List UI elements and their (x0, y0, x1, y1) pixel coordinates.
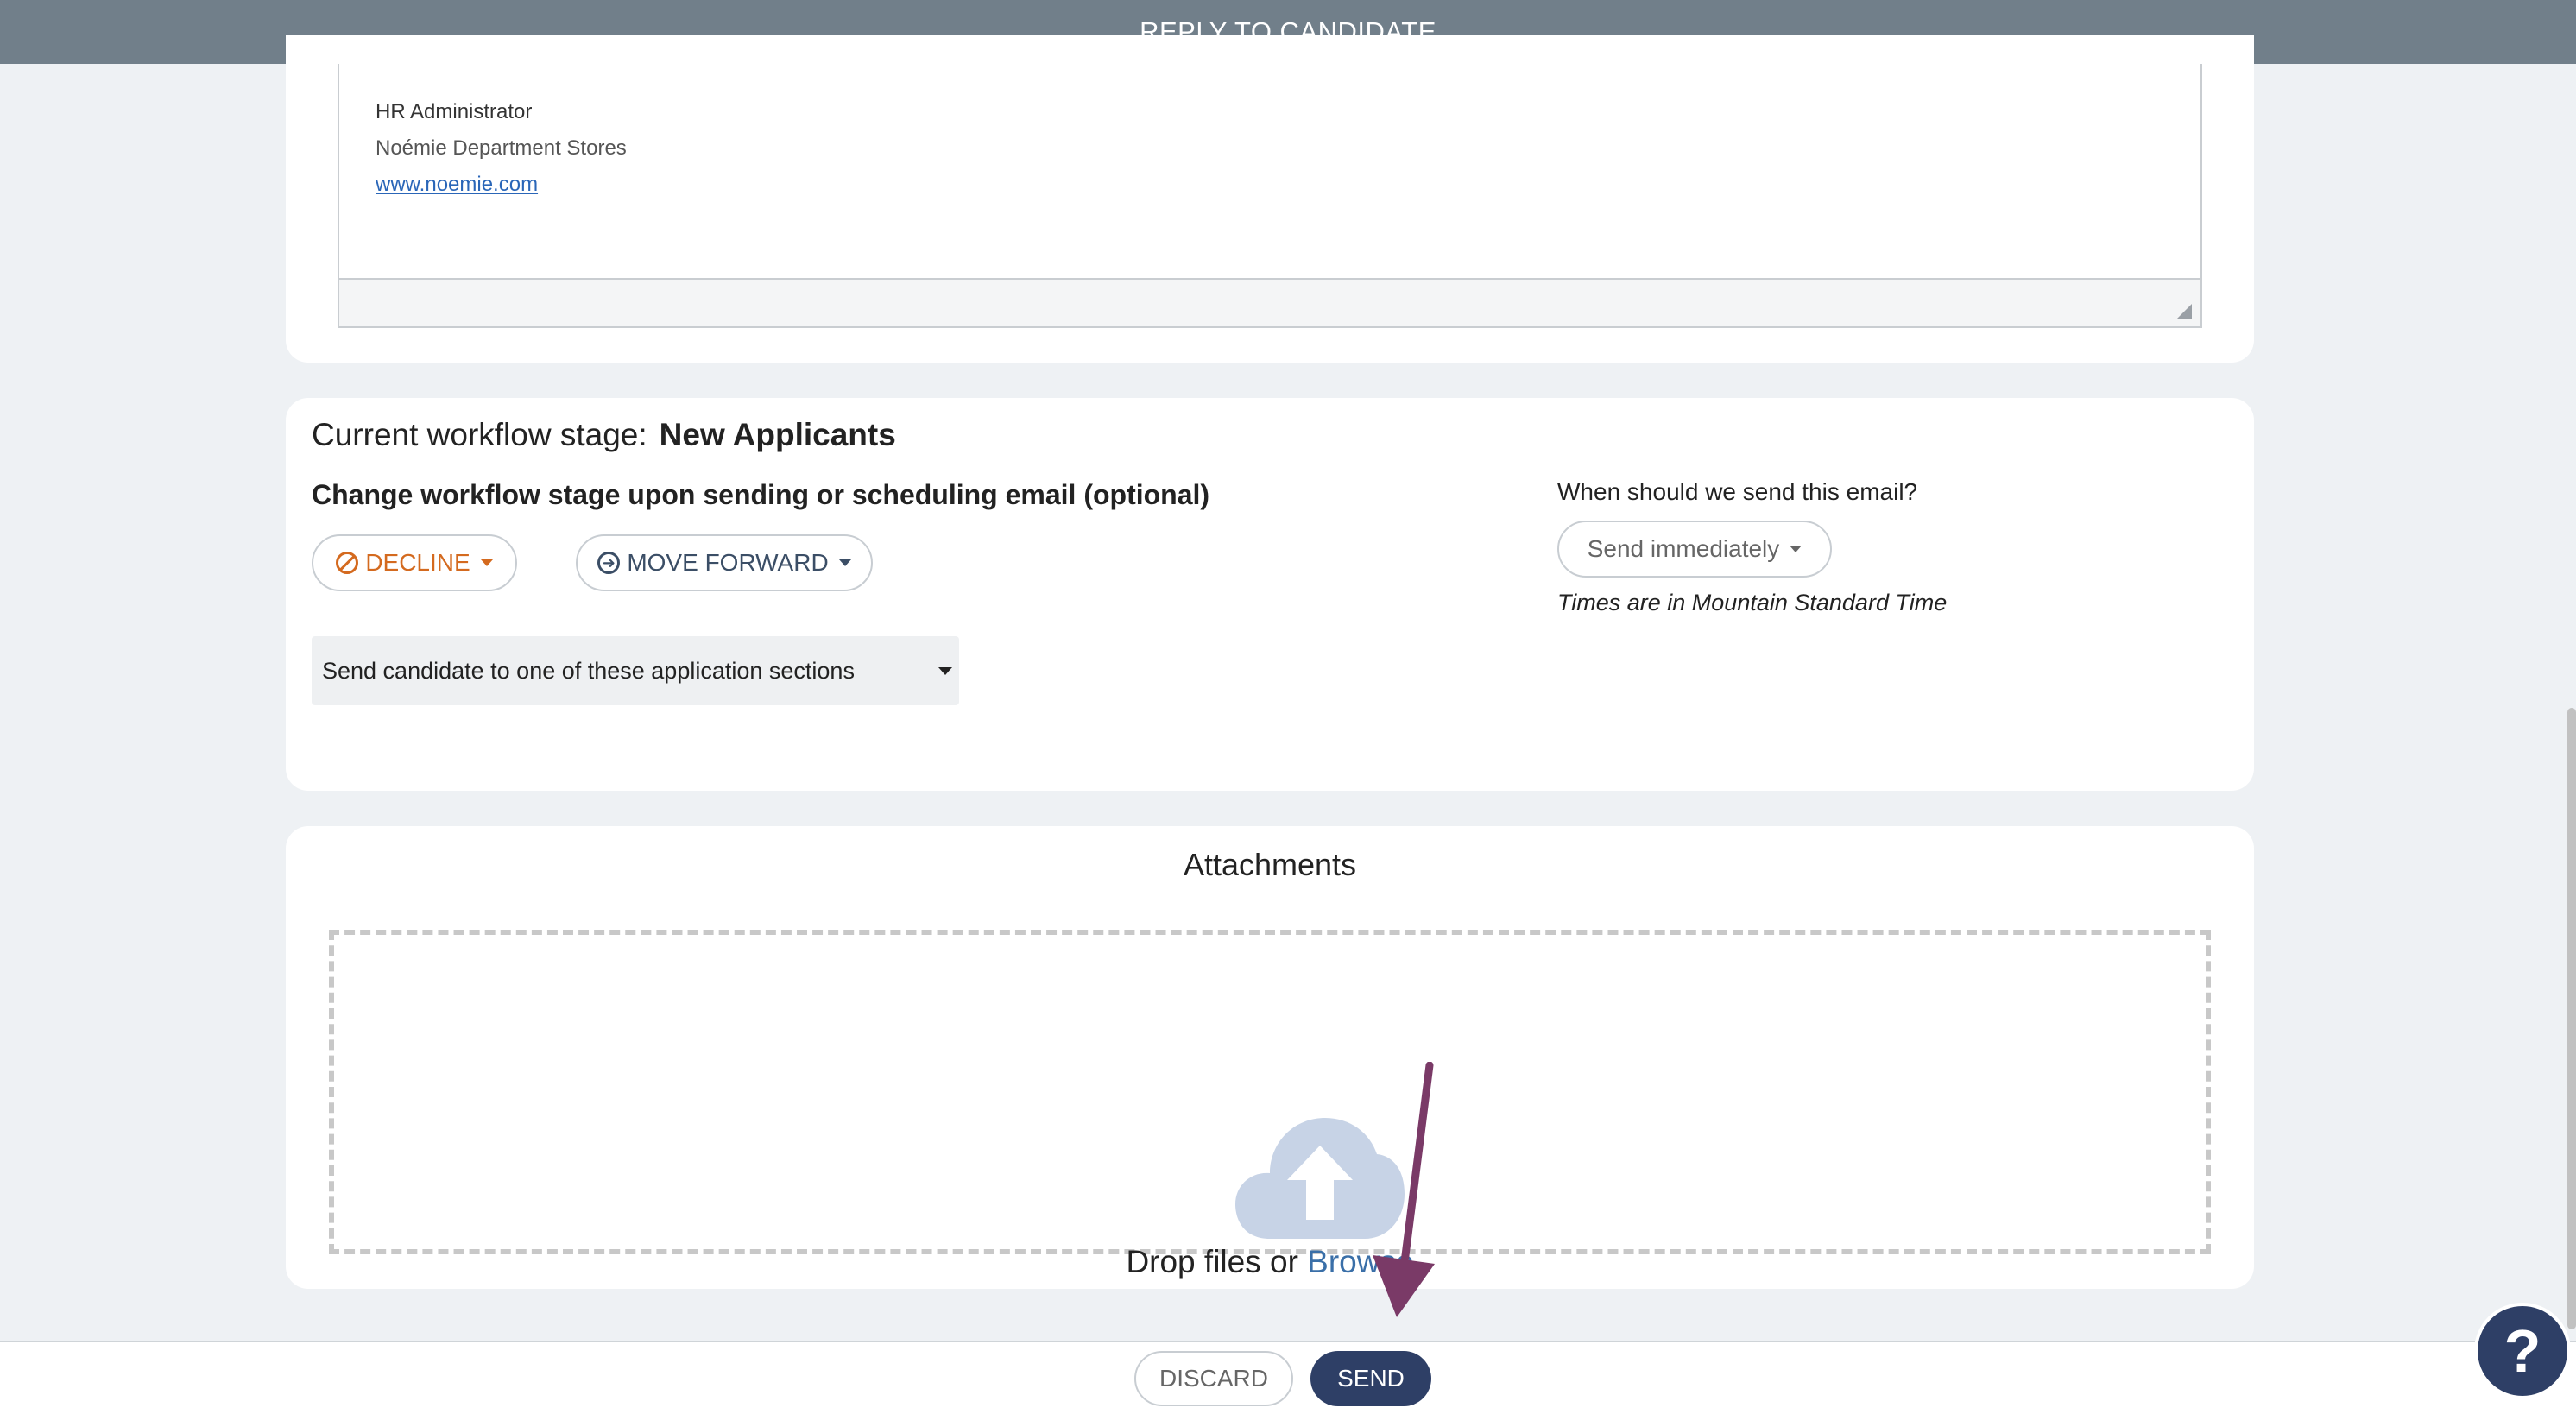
signature-website-link[interactable]: www.noemie.com (376, 173, 538, 197)
attachments-card: Attachments Drop files or Browse (286, 826, 2254, 1289)
send-time-value: Send immediately (1587, 535, 1780, 562)
timezone-note: Times are in Mountain Standard Time (1557, 590, 1948, 615)
ban-icon (336, 552, 359, 574)
decline-button[interactable]: DECLINE (312, 534, 517, 591)
file-dropzone[interactable]: Drop files or Browse (329, 930, 2211, 1279)
workflow-card: Current workflow stage: New Applicants Ch… (286, 398, 2254, 791)
editor-status-bar (339, 278, 2200, 326)
caret-down-icon (838, 559, 851, 566)
current-stage-value: New Applicants (659, 417, 896, 452)
signature-role: HR Administrator (376, 100, 533, 123)
arrow-right-circle-icon: ➜ (597, 552, 621, 574)
move-forward-label: MOVE FORWARD (627, 549, 829, 576)
send-time-dropdown[interactable]: Send immediately (1557, 521, 1832, 578)
drop-files-label: Drop files or (1126, 1244, 1308, 1279)
send-time-label: When should we send this email? (1557, 478, 1918, 505)
application-section-value: Send candidate to one of these applicati… (322, 657, 855, 684)
dropdown-arrow-icon (938, 667, 952, 675)
question-mark-icon: ? (2503, 1317, 2541, 1385)
current-workflow-stage: Current workflow stage: New Applicants (312, 417, 896, 453)
scrollbar[interactable] (2567, 708, 2576, 1329)
caret-down-icon (1790, 546, 1803, 552)
email-body-card: HR Administrator Noémie Department Store… (286, 35, 2254, 363)
discard-button[interactable]: DISCARD (1134, 1351, 1293, 1406)
change-stage-heading: Change workflow stage upon sending or sc… (312, 479, 1210, 510)
attachments-title: Attachments (1183, 847, 1357, 882)
application-section-select[interactable]: Send candidate to one of these applicati… (312, 636, 959, 705)
email-editor[interactable]: HR Administrator Noémie Department Store… (338, 64, 2202, 328)
caret-down-icon (480, 559, 493, 566)
send-button[interactable]: SEND (1310, 1351, 1431, 1406)
signature-company: Noémie Department Stores (376, 136, 627, 160)
help-button[interactable]: ? (2474, 1303, 2571, 1399)
resize-grip-icon[interactable] (2176, 304, 2192, 319)
decline-label: DECLINE (365, 549, 470, 576)
current-stage-label: Current workflow stage: (312, 417, 647, 452)
drop-files-text: Drop files or Browse (334, 1244, 2206, 1280)
move-forward-button[interactable]: ➜ MOVE FORWARD (576, 534, 873, 591)
annotation-arrow-icon (1373, 1062, 1435, 1317)
